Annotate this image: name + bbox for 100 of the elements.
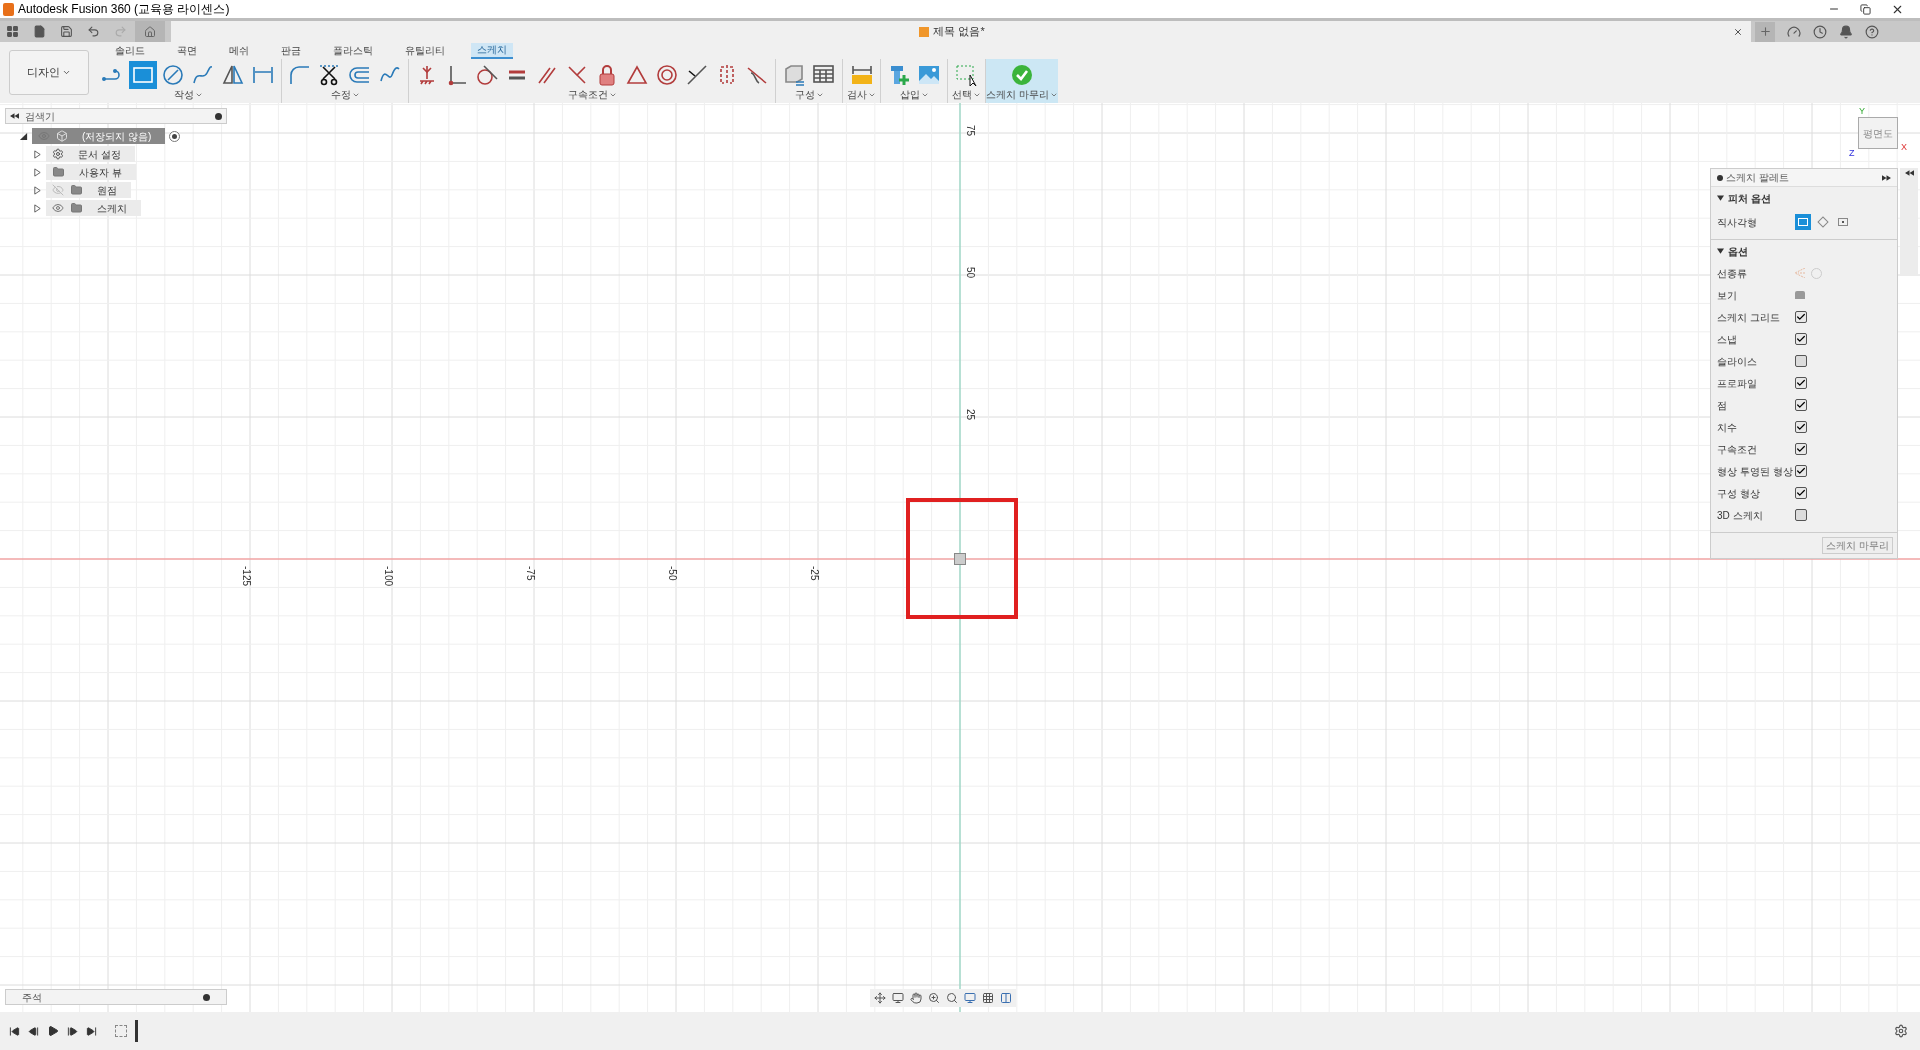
view-cube-face-label: 평면도 [1863,126,1893,141]
finish-sketch-button[interactable]: 스케치 마무리 [1822,537,1893,554]
measure-tool-icon [849,63,874,87]
active-radio[interactable] [169,130,181,142]
fit-icon[interactable] [946,992,958,1004]
plus-icon [1758,25,1772,38]
close-tab-icon[interactable] [1733,26,1743,37]
toolbar-tab[interactable]: 곡면 [171,43,203,58]
tangent-tool-icon [475,63,499,87]
dropdown-caret-icon [62,68,71,77]
toolbar-tab[interactable]: 플라스틱 [327,43,379,58]
checkbox[interactable] [1795,465,1807,477]
axis-label: -50 [666,566,679,581]
section-toggle-icon[interactable] [1717,195,1724,201]
browser-node[interactable]: 스케치 [46,200,141,216]
browser-title: 검색기 [25,109,55,124]
expand-icon[interactable] [1882,174,1891,181]
restore-icon[interactable] [1860,3,1871,15]
checkbox[interactable] [1795,443,1807,455]
previous-step-icon[interactable] [28,1025,39,1037]
document-title: 제목 없음* [933,24,985,40]
group-menu-button[interactable]: 검사 [847,89,876,101]
viewports-icon[interactable] [1000,992,1012,1004]
checkbox[interactable] [1795,421,1807,433]
option-label: 점 [1717,398,1728,413]
axis-letter: Y [1859,105,1865,118]
undo-icon[interactable] [87,25,100,38]
checkbox[interactable] [1795,311,1807,323]
group-menu-button[interactable]: 구성 [794,89,824,101]
group-menu-button[interactable]: 삽입 [899,89,929,101]
save-icon[interactable] [60,25,73,38]
document-tab[interactable]: 제목 없음* [171,21,1751,42]
orbit-icon[interactable] [874,992,886,1004]
checkbox[interactable] [1795,399,1807,411]
option-label: 구성 형상 [1717,486,1761,501]
zoom-icon[interactable] [928,992,940,1004]
toolbar-tab[interactable]: 판금 [275,43,307,58]
window-title: Autodesk Fusion 360 (교육용 라이센스) [18,1,230,18]
node-label: 사용자 뷰 [78,165,123,180]
grid-icon[interactable] [982,992,994,1004]
home-tab[interactable] [135,21,165,42]
group-menu-button[interactable]: 작성 [173,89,203,101]
browser-node[interactable]: 원점 [46,182,131,198]
toolbar-tab[interactable]: 유틸리티 [399,43,451,58]
add-comment-icon[interactable] [203,993,210,1001]
browser-node[interactable]: 문서 설정 [46,146,135,162]
bell-icon[interactable] [1839,24,1853,39]
app-logo-icon [3,2,14,16]
option-label: 선종류 [1717,266,1748,281]
axis-label: 25 [964,409,977,421]
display-icon[interactable] [964,992,976,1004]
play-icon[interactable] [47,1025,59,1037]
pan-icon[interactable] [910,992,922,1004]
axis-label: -25 [808,566,821,581]
eye-icon[interactable] [52,202,64,214]
first-step-icon[interactable] [9,1025,20,1037]
image-tool-icon [917,63,941,87]
expand-caret-icon[interactable] [19,131,28,141]
mirror-tool-icon [221,63,245,87]
group-menu-button[interactable]: 수정 [330,89,360,101]
checkbox[interactable] [1795,377,1807,389]
two-point-option[interactable] [1795,214,1811,230]
toolbar-tab[interactable]: 솔리드 [109,43,151,58]
dropdown-caret-icon [194,91,203,99]
checkbox[interactable] [1795,333,1807,345]
toolbar-tab[interactable]: 스케치 [471,42,513,59]
pin-icon[interactable] [1717,174,1723,181]
apps-grid-icon[interactable] [6,25,19,38]
checkbox[interactable] [1795,355,1807,367]
axis-label: 75 [964,125,977,137]
sketch-feature-icon[interactable] [115,1025,127,1037]
axis-label: 50 [964,267,977,279]
timeline-marker[interactable] [135,1020,138,1042]
browser-node[interactable]: (저장되지 않음) [32,128,166,144]
dropdown-caret-icon [815,91,824,99]
node-label: 원점 [96,183,118,198]
dropdown-caret-icon [1049,91,1058,99]
checkbox[interactable] [1795,487,1807,499]
file-icon[interactable] [33,25,46,38]
workspace-button[interactable]: 디자인 [9,50,89,95]
help-icon[interactable] [1865,24,1879,39]
clock-icon[interactable] [1813,24,1827,39]
collapse-icon[interactable] [10,113,19,119]
option-label: 3D 스케치 [1717,508,1764,523]
gauge-icon[interactable] [1787,24,1801,39]
finish-tool-icon [1010,63,1034,87]
group-menu-button[interactable]: 선택 [952,89,981,101]
new-tab-button[interactable] [1755,21,1775,42]
gear-icon [52,148,64,160]
group-menu-button[interactable]: 구속조건 [567,89,617,101]
pin-icon[interactable] [215,112,222,120]
last-step-icon[interactable] [86,1025,97,1037]
checkbox[interactable] [1795,509,1807,521]
next-step-icon[interactable] [67,1025,78,1037]
browser-node[interactable]: 사용자 뷰 [46,164,136,180]
look-at-icon[interactable] [892,992,904,1004]
settings-icon[interactable] [1894,1024,1908,1038]
toolbar-tab[interactable]: 메쉬 [223,43,255,58]
section-toggle-icon[interactable] [1717,248,1724,254]
collapse-icon[interactable] [1904,170,1914,176]
